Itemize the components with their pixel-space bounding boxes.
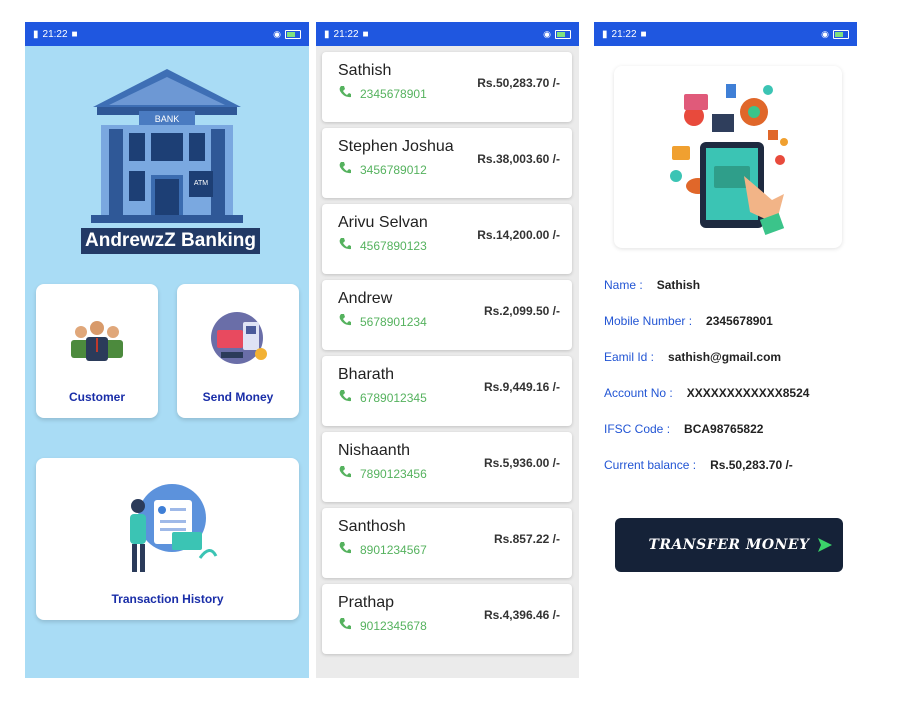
customer-balance: Rs.4,396.46 /- [483,608,560,622]
phone-icon [339,162,351,174]
account-value: XXXXXXXXXXXX8524 [686,386,810,400]
customer-row[interactable]: Stephen Joshua 3456789012 Rs.38,003.60 /… [322,128,572,198]
status-time: 21:22 [611,28,637,40]
battery-icon [285,29,301,39]
customer-details-screen: ▮ 21:22 ■ ◉ Name : Sathish Mobile Number : 2… [594,22,857,678]
balance-label: Current balance : [604,458,697,472]
customer-phone: 4567890123 [360,239,427,253]
customer-phone: 5678901234 [360,315,427,329]
customer-list-screen: ▮ 21:22 ■ ◉ Sathish 2345678901 Rs.50,283.7… [316,22,579,678]
customers-icon [71,321,123,361]
phone-icon [339,238,351,250]
customer-row[interactable]: Arivu Selvan 4567890123 Rs.14,200.00 /- [322,204,572,274]
phone-icon [339,86,351,98]
notification-icon: ■ [71,28,78,40]
signal-icon: ▮ [324,28,330,40]
customer-balance: Rs.857.22 /- [493,532,560,546]
mobile-label: Mobile Number : [604,314,693,328]
phone-icon [339,618,351,630]
email-value: sathish@gmail.com [668,350,782,364]
app-title: AndrewzZ Banking [81,228,261,254]
customer-name: Nishaanth [338,442,411,459]
name-row: Name : Sathish [604,278,700,292]
customer-row[interactable]: Prathap 9012345678 Rs.4,396.46 /- [322,584,572,654]
ifsc-row: IFSC Code : BCA98765822 [604,422,763,436]
transfer-money-button[interactable]: TRANSFER MONEY [615,518,843,572]
wifi-icon: ◉ [821,28,829,39]
customer-phone: 7890123456 [360,467,427,481]
battery-icon [555,29,571,39]
send-money-icon [211,312,267,364]
bank-building-logo: BANK ATM [87,67,247,227]
send-money-card[interactable]: Send Money [177,284,299,418]
customer-row[interactable]: Sathish 2345678901 Rs.50,283.70 /- [322,52,572,122]
home-screen: ▮ 21:22 ■ ◉ BANK ATM AndrewzZ Banking Cu… [25,22,309,678]
status-bar: ▮ 21:22 ■ ◉ [25,22,309,46]
phone-icon [339,542,351,554]
transfer-money-label: TRANSFER MONEY [648,537,810,553]
customer-phone: 2345678901 [360,87,427,101]
atm-sign: ATM [194,180,208,187]
mobile-value: 2345678901 [706,314,773,328]
account-row: Account No : XXXXXXXXXXXX8524 [604,386,809,400]
customer-phone: 6789012345 [360,391,427,405]
phone-icon [339,314,351,326]
customer-name: Sathish [338,62,392,79]
customer-row[interactable]: Andrew 5678901234 Rs.2,099.50 /- [322,280,572,350]
customer-balance: Rs.38,003.60 /- [477,152,560,166]
phone-icon [339,390,351,402]
customer-name: Andrew [338,290,393,307]
signal-icon: ▮ [602,28,608,40]
customer-phone: 3456789012 [360,163,427,177]
status-bar: ▮ 21:22 ■ ◉ [594,22,857,46]
customer-name: Stephen Joshua [338,138,454,155]
status-time: 21:22 [42,28,68,40]
phone-icon [339,466,351,478]
customer-balance: Rs.9,449.16 /- [483,380,560,394]
notification-icon: ■ [640,28,647,40]
transaction-history-icon [130,484,218,572]
send-arrow-icon [818,538,832,552]
send-money-label: Send Money [202,390,274,404]
customer-name: Arivu Selvan [338,214,428,231]
name-label: Name : [604,278,643,292]
bank-sign: BANK [155,114,180,124]
signal-icon: ▮ [33,28,39,40]
balance-value: Rs.50,283.70 /- [710,458,793,472]
status-bar: ▮ 21:22 ■ ◉ [316,22,579,46]
balance-row: Current balance : Rs.50,283.70 /- [604,458,793,472]
battery-icon [833,29,849,39]
email-row: Eamil Id : sathish@gmail.com [604,350,781,364]
customer-phone: 9012345678 [360,619,427,633]
transaction-history-card[interactable]: Transaction History [36,458,299,620]
customer-row[interactable]: Bharath 6789012345 Rs.9,449.16 /- [322,356,572,426]
ifsc-value: BCA98765822 [684,422,764,436]
customer-card[interactable]: Customer [36,284,158,418]
ifsc-label: IFSC Code : [604,422,671,436]
wifi-icon: ◉ [543,28,551,39]
customer-balance: Rs.2,099.50 /- [483,304,560,318]
wifi-icon: ◉ [273,28,281,39]
status-time: 21:22 [333,28,359,40]
customer-row[interactable]: Nishaanth 7890123456 Rs.5,936.00 /- [322,432,572,502]
notification-icon: ■ [362,28,369,40]
customer-label: Customer [68,390,125,404]
customer-balance: Rs.5,936.00 /- [483,456,560,470]
customer-balance: Rs.14,200.00 /- [477,228,560,242]
email-label: Eamil Id : [604,350,655,364]
account-label: Account No : [604,386,673,400]
customer-name: Bharath [338,366,395,383]
customer-name: Prathap [338,594,395,611]
customer-phone: 8901234567 [360,543,427,557]
mobile-row: Mobile Number : 2345678901 [604,314,773,328]
name-value: Sathish [656,278,701,292]
transaction-history-label: Transaction History [111,592,224,606]
payment-illustration [614,66,842,248]
customer-row[interactable]: Santhosh 8901234567 Rs.857.22 /- [322,508,572,578]
customer-balance: Rs.50,283.70 /- [477,76,560,90]
customer-name: Santhosh [338,518,406,535]
